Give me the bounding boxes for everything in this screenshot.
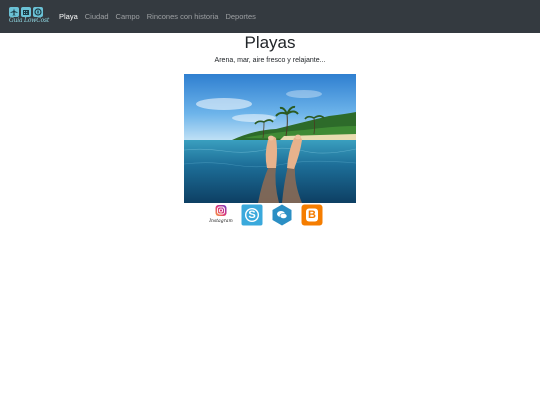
nav-link-ciudad[interactable]: Ciudad (85, 12, 109, 21)
blogger-letter: B (308, 209, 316, 221)
beach-hero-image (184, 74, 356, 203)
social-links: Instagram S B (209, 204, 326, 228)
page-subtitle: Arena, mar, aire fresco y relajante... (214, 57, 326, 64)
nav-link-campo[interactable]: Campo (116, 12, 140, 21)
skype-letter: S (248, 209, 256, 221)
chat-icon (272, 204, 292, 226)
top-navbar: Guia LowCost Playa Ciudad Campo Rincones… (0, 0, 540, 33)
instagram-link[interactable]: Instagram (209, 204, 233, 226)
plane-icon (9, 7, 19, 17)
brand-logo[interactable]: Guia LowCost (9, 7, 50, 27)
brand-icons (9, 7, 47, 17)
blogger-link[interactable]: B (301, 204, 323, 226)
savings-icon (33, 7, 43, 17)
skype-link[interactable]: S (241, 204, 263, 226)
nav-link-rincones[interactable]: Rincones con historia (147, 12, 219, 21)
nav-link-playa[interactable]: Playa (59, 12, 78, 21)
hotel-icon (21, 7, 31, 17)
instagram-caption: Instagram (209, 219, 233, 224)
main-nav: Playa Ciudad Campo Rincones con historia… (59, 0, 263, 33)
nav-link-deportes[interactable]: Deportes (225, 12, 255, 21)
page-title: Playas (244, 33, 296, 52)
brand-text: Guia LowCost (9, 17, 50, 24)
chat-link[interactable] (271, 204, 293, 226)
